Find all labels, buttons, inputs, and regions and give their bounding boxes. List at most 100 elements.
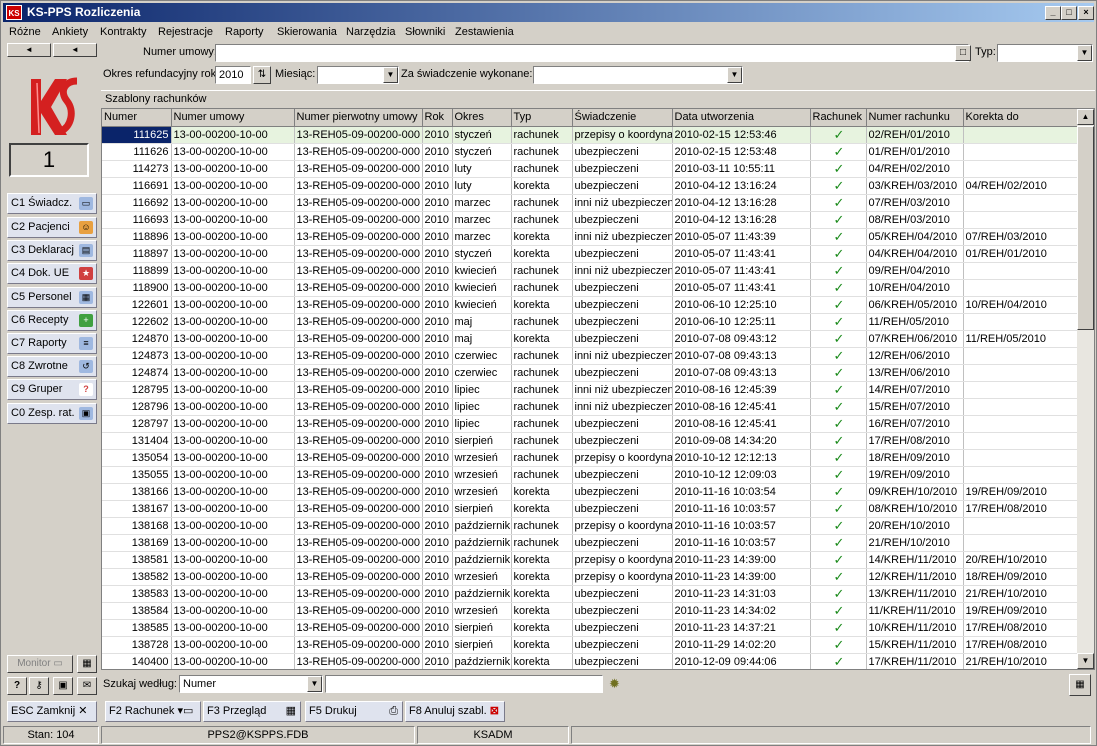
menu-rozne[interactable]: Różne [9,26,41,38]
numer-umowy-input[interactable] [215,44,969,62]
table-row[interactable]: 128796 13-00-00200-10-00 13-REH05-09-00200… [102,398,1079,416]
monitor-button[interactable]: Monitor ▭ [7,655,73,673]
drukuj-button[interactable]: F5 Drukuj ⎙ [305,701,403,722]
table-row[interactable]: 138166 13-00-00200-10-00 13-REH05-09-00200… [102,483,1079,501]
column-header[interactable]: Świadczenie [572,109,673,127]
table-row[interactable]: 114273 13-00-00200-10-00 13-REH05-09-00200… [102,160,1079,178]
nav-forward-button[interactable]: ◄ [53,43,97,57]
sidebar-dok-ue-button[interactable]: C4 Dok. UE ★ [7,263,97,284]
sidebar-gruper-button[interactable]: C9 Gruper? [7,379,97,400]
table-row[interactable]: 128795 13-00-00200-10-00 13-REH05-09-00200… [102,381,1079,399]
sidebar-recepty-button[interactable]: C6 Recepty + [7,310,97,331]
menu-narzedzia[interactable]: Narzędzia [346,26,396,38]
gear-icon[interactable]: ✹ [609,676,620,692]
chevron-down-icon[interactable]: ▼ [307,676,322,692]
sidebar-raporty-button[interactable]: C7 Raporty ≡ [7,333,97,354]
column-header[interactable]: Rachunek [810,109,867,127]
menu-kontrakty[interactable]: Kontrakty [100,26,146,38]
table-row[interactable]: 138169 13-00-00200-10-00 13-REH05-09-00200… [102,534,1079,552]
column-header[interactable]: Data utworzenia [672,109,811,127]
menu-ankiety[interactable]: Ankiety [52,26,88,38]
table-row[interactable]: 124870 13-00-00200-10-00 13-REH05-09-00200… [102,330,1079,348]
data-grid[interactable]: Numer Numer umowy Numer pierwotny umowy Rok… [101,108,1095,670]
table-row[interactable]: 131404 13-00-00200-10-00 13-REH05-09-00200… [102,432,1079,450]
rachunek-button[interactable]: F2 Rachunek ▾▭ [105,701,201,722]
table-row[interactable]: 135055 13-00-00200-10-00 13-REH05-09-00200… [102,466,1079,484]
table-row[interactable]: 138167 13-00-00200-10-00 13-REH05-09-00200… [102,500,1079,518]
table-row[interactable]: 138582 13-00-00200-10-00 13-REH05-09-00200… [102,568,1079,586]
sidebar-deklaracje-button[interactable]: C3 Deklaracj ▤ [7,240,97,261]
przeglad-button[interactable]: F3 Przegląd ▦ [203,701,301,722]
table-row[interactable]: 111625 13-00-00200-10-00 13-REH05-09-00200… [102,126,1079,144]
table-row[interactable]: 138581 13-00-00200-10-00 13-REH05-09-00200… [102,551,1079,569]
table-row[interactable]: 116692 13-00-00200-10-00 13-REH05-09-00200… [102,194,1079,212]
vertical-scrollbar[interactable]: ▲ ▼ [1077,109,1094,669]
scroll-thumb[interactable] [1077,126,1094,330]
column-header[interactable]: Okres [452,109,512,127]
table-row[interactable]: 138728 13-00-00200-10-00 13-REH05-09-00200… [102,636,1079,654]
table-row[interactable]: 128797 13-00-00200-10-00 13-REH05-09-00200… [102,415,1079,433]
table-row[interactable]: 118897 13-00-00200-10-00 13-REH05-09-00200… [102,245,1079,263]
scroll-up-button[interactable]: ▲ [1077,109,1094,125]
column-header[interactable]: Numer umowy [171,109,295,127]
key-button[interactable]: ⚷ [29,677,49,695]
column-header[interactable]: Korekta do [963,109,1079,127]
miesiac-select[interactable]: ▼ [317,66,399,84]
minimize-button[interactable]: _ [1045,6,1061,20]
table-row[interactable]: 118896 13-00-00200-10-00 13-REH05-09-00200… [102,228,1079,246]
column-header[interactable]: Numer [102,109,172,127]
menu-raporty[interactable]: Raporty [225,26,264,38]
table-row[interactable]: 118900 13-00-00200-10-00 13-REH05-09-00200… [102,279,1079,297]
table-row[interactable]: 138168 13-00-00200-10-00 13-REH05-09-00200… [102,517,1079,535]
table-row[interactable]: 138583 13-00-00200-10-00 13-REH05-09-00200… [102,585,1079,603]
table-row[interactable]: 140400 13-00-00200-10-00 13-REH05-09-00200… [102,653,1079,669]
close-button[interactable]: × [1078,6,1094,20]
help-button[interactable]: ? [7,677,27,695]
table-row[interactable]: 116691 13-00-00200-10-00 13-REH05-09-00200… [102,177,1079,195]
sidebar-zwrotne-button[interactable]: C8 Zwrotne ↺ [7,356,97,377]
column-header[interactable]: Numer rachunku [866,109,964,127]
search-field-select[interactable]: Numer ▼ [179,675,323,693]
sidebar-pacjenci-button[interactable]: C2 Pacjenci ☺ [7,217,97,238]
anuluj-szablon-button[interactable]: F8 Anuluj szabl. ⊠ [405,701,505,722]
table-row[interactable]: 124874 13-00-00200-10-00 13-REH05-09-00200… [102,364,1079,382]
sidebar-zesp-rat-button[interactable]: C0 Zesp. rat. ▣ [7,403,97,424]
column-header[interactable]: Numer pierwotny umowy [294,109,423,127]
scroll-down-button[interactable]: ▼ [1077,653,1094,669]
table-row[interactable]: 116693 13-00-00200-10-00 13-REH05-09-00200… [102,211,1079,229]
column-header[interactable]: Rok [422,109,453,127]
rok-input[interactable]: 2010 [215,66,251,84]
calculator-button[interactable]: ▦ [1069,674,1091,696]
table-row[interactable]: 135054 13-00-00200-10-00 13-REH05-09-00200… [102,449,1079,467]
maximize-button[interactable]: □ [1061,6,1077,20]
table-row[interactable]: 138585 13-00-00200-10-00 13-REH05-09-00200… [102,619,1079,637]
table-row[interactable]: 111626 13-00-00200-10-00 13-REH05-09-00200… [102,143,1079,161]
title-bar[interactable]: KS KS-PPS Rozliczenia _ □ × [3,3,1094,22]
table-row[interactable]: 124873 13-00-00200-10-00 13-REH05-09-00200… [102,347,1079,365]
nav-back-button[interactable]: ◄ [7,43,51,57]
menu-rejestracje[interactable]: Rejestracje [158,26,213,38]
screen-button[interactable]: ▣ [53,677,73,695]
calculator-button[interactable]: ▦ [77,655,97,673]
sidebar-personel-button[interactable]: C5 Personel ▦ [7,287,97,308]
menu-skierowania[interactable]: Skierowania [277,26,337,38]
table-row[interactable]: 118899 13-00-00200-10-00 13-REH05-09-00200… [102,262,1079,280]
table-cell: 20/REH/10/2010 [963,551,1079,569]
checkbox-button[interactable]: □ [955,45,971,61]
menu-slowniki[interactable]: Słowniki [405,26,445,38]
table-row[interactable]: 122602 13-00-00200-10-00 13-REH05-09-00200… [102,313,1079,331]
search-input[interactable] [325,675,603,693]
menu-zestawienia[interactable]: Zestawienia [455,26,514,38]
column-header[interactable]: Typ [511,109,573,127]
chevron-down-icon[interactable]: ▼ [1077,45,1092,61]
mail-button[interactable]: ✉ [77,677,97,695]
rok-spinner[interactable]: ⇅ [253,66,271,84]
table-row[interactable]: 138584 13-00-00200-10-00 13-REH05-09-00200… [102,602,1079,620]
table-row[interactable]: 122601 13-00-00200-10-00 13-REH05-09-00200… [102,296,1079,314]
typ-select[interactable]: ▼ [997,44,1093,62]
chevron-down-icon[interactable]: ▼ [383,67,398,83]
chevron-down-icon[interactable]: ▼ [727,67,742,83]
close-window-button[interactable]: ESC Zamknij ✕ [7,701,97,722]
swiadczenie-select[interactable]: ▼ [533,66,743,84]
sidebar-swiadczenia-button[interactable]: C1 Świadcz. ▭ [7,193,97,214]
